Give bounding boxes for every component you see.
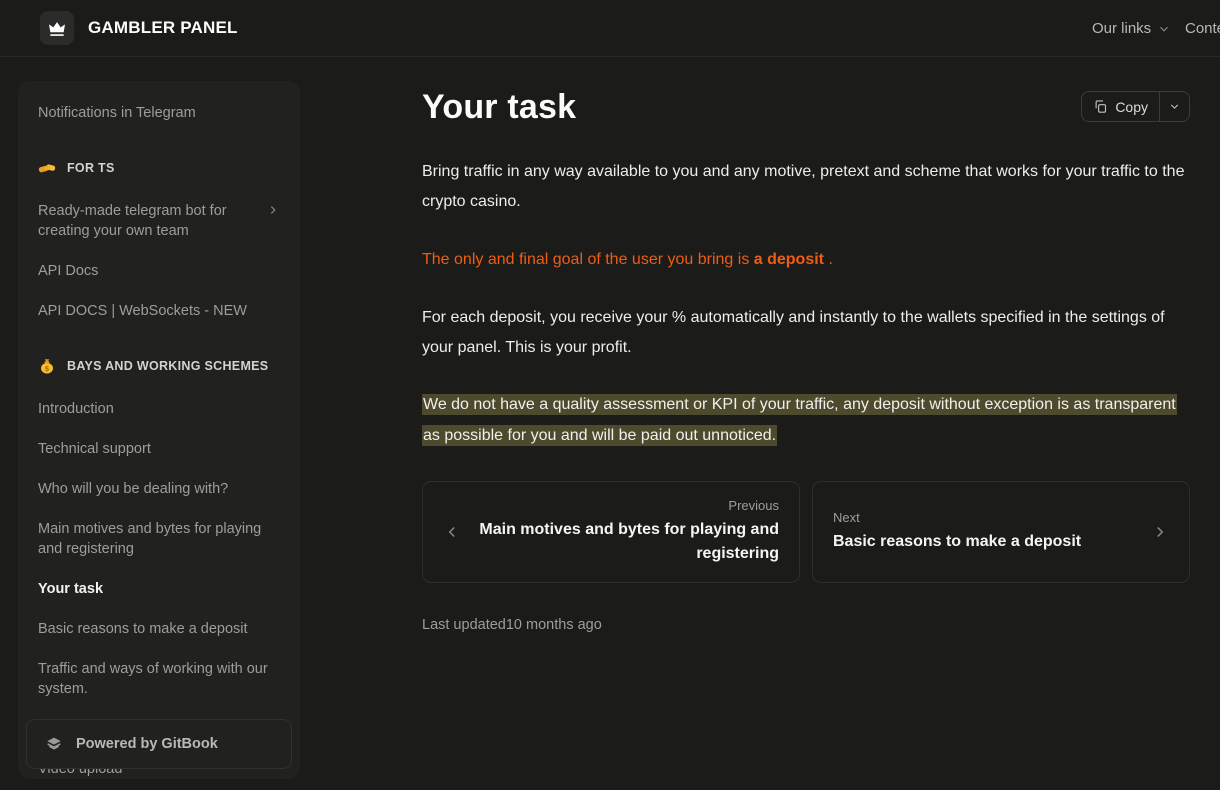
copy-button-label: Copy	[1115, 99, 1148, 115]
sidebar-section-bays-schemes: $ BAYS AND WORKING SCHEMES	[38, 357, 280, 375]
sidebar-section-label: FOR TS	[67, 161, 115, 175]
sidebar-item-label: Your task	[38, 579, 280, 599]
highlighted-text: We do not have a quality assessment or K…	[422, 394, 1177, 446]
main-content: Your task Copy Bring traffic in any way …	[300, 57, 1220, 633]
sidebar-item-label: Who will you be dealing with?	[38, 479, 280, 499]
last-updated-label: Last updated	[422, 617, 506, 633]
sidebar-item-label: Introduction	[38, 399, 280, 419]
sidebar-item-label: Notifications in Telegram	[38, 103, 280, 123]
powered-by-gitbook-link[interactable]: Powered by GitBook	[26, 719, 292, 769]
copy-button[interactable]: Copy	[1082, 99, 1159, 115]
goal-suffix: .	[824, 251, 833, 268]
our-links-menu[interactable]: Our links	[1092, 0, 1171, 57]
chevron-right-icon	[266, 203, 280, 223]
page-title: Your task	[422, 88, 576, 127]
sidebar-item-label: Technical support	[38, 439, 280, 459]
goal-text: The only and final goal of the user you …	[422, 251, 754, 268]
copy-icon	[1093, 99, 1108, 114]
sidebar-item-technical-support[interactable]: Technical support	[38, 439, 280, 459]
sidebar-item-label: API Docs	[38, 261, 280, 281]
sidebar-section-label: BAYS AND WORKING SCHEMES	[67, 359, 268, 373]
svg-text:$: $	[45, 364, 50, 373]
sidebar-item-your-task[interactable]: Your task	[38, 579, 280, 599]
sidebar-item-basic-reasons[interactable]: Basic reasons to make a deposit	[38, 619, 280, 639]
chevron-right-icon	[1151, 523, 1169, 541]
chevron-down-icon	[1168, 100, 1181, 113]
sidebar-item-label: API DOCS | WebSockets - NEW	[38, 301, 280, 321]
copy-button-group: Copy	[1081, 91, 1190, 122]
sidebar-item-introduction[interactable]: Introduction	[38, 399, 280, 419]
paragraph-profit: For each deposit, you receive your % aut…	[422, 303, 1190, 363]
next-title: Basic reasons to make a deposit	[833, 530, 1137, 554]
moneybag-icon: $	[38, 357, 56, 375]
handshake-icon	[38, 159, 56, 177]
sidebar-item-label: Traffic and ways of working with our sys…	[38, 659, 280, 699]
sidebar-item-label: Main motives and bytes for playing and r…	[38, 519, 280, 559]
previous-label: Previous	[475, 498, 779, 513]
goal-bold-text: a deposit	[754, 251, 824, 268]
top-header: GAMBLER PANEL Our links Conte	[0, 0, 1220, 57]
chevron-left-icon	[443, 523, 461, 541]
brand-home-link[interactable]: GAMBLER PANEL	[40, 11, 238, 45]
sidebar-section-for-ts: FOR TS	[38, 159, 280, 177]
conte-menu[interactable]: Conte	[1185, 0, 1220, 57]
previous-page-card[interactable]: Previous Main motives and bytes for play…	[422, 481, 800, 583]
brand-title: GAMBLER PANEL	[88, 18, 238, 38]
sidebar: Notifications in Telegram FOR TS Ready-m…	[18, 81, 300, 779]
powered-by-label: Powered by GitBook	[76, 736, 218, 752]
sidebar-item-label: Basic reasons to make a deposit	[38, 619, 280, 639]
paragraph-intro: Bring traffic in any way available to yo…	[422, 157, 1190, 217]
sidebar-item-ready-made-bot[interactable]: Ready-made telegram bot for creating you…	[38, 201, 280, 241]
sidebar-item-label: Ready-made telegram bot for creating you…	[38, 201, 266, 241]
sidebar-item-traffic-ways[interactable]: Traffic and ways of working with our sys…	[38, 659, 280, 699]
sidebar-item-main-motives[interactable]: Main motives and bytes for playing and r…	[38, 519, 280, 559]
previous-title: Main motives and bytes for playing and r…	[475, 518, 779, 566]
copy-dropdown-toggle[interactable]	[1159, 92, 1189, 121]
sidebar-item-api-docs-websockets[interactable]: API DOCS | WebSockets - NEW	[38, 301, 280, 321]
last-updated-value: 10 months ago	[506, 617, 602, 633]
next-label: Next	[833, 510, 1137, 525]
our-links-label: Our links	[1092, 20, 1151, 37]
gitbook-icon	[45, 735, 63, 753]
page-navigation: Previous Main motives and bytes for play…	[422, 481, 1190, 583]
conte-label: Conte	[1185, 20, 1220, 37]
sidebar-item-who-dealing-with[interactable]: Who will you be dealing with?	[38, 479, 280, 499]
paragraph-highlighted: We do not have a quality assessment or K…	[422, 389, 1190, 451]
paragraph-goal: The only and final goal of the user you …	[422, 245, 1190, 275]
next-page-card[interactable]: Next Basic reasons to make a deposit	[812, 481, 1190, 583]
last-updated: Last updated10 months ago	[422, 617, 1190, 633]
chevron-down-icon	[1157, 22, 1171, 36]
sidebar-item-notifications-telegram[interactable]: Notifications in Telegram	[38, 103, 280, 123]
sidebar-item-api-docs[interactable]: API Docs	[38, 261, 280, 281]
crown-icon	[40, 11, 74, 45]
